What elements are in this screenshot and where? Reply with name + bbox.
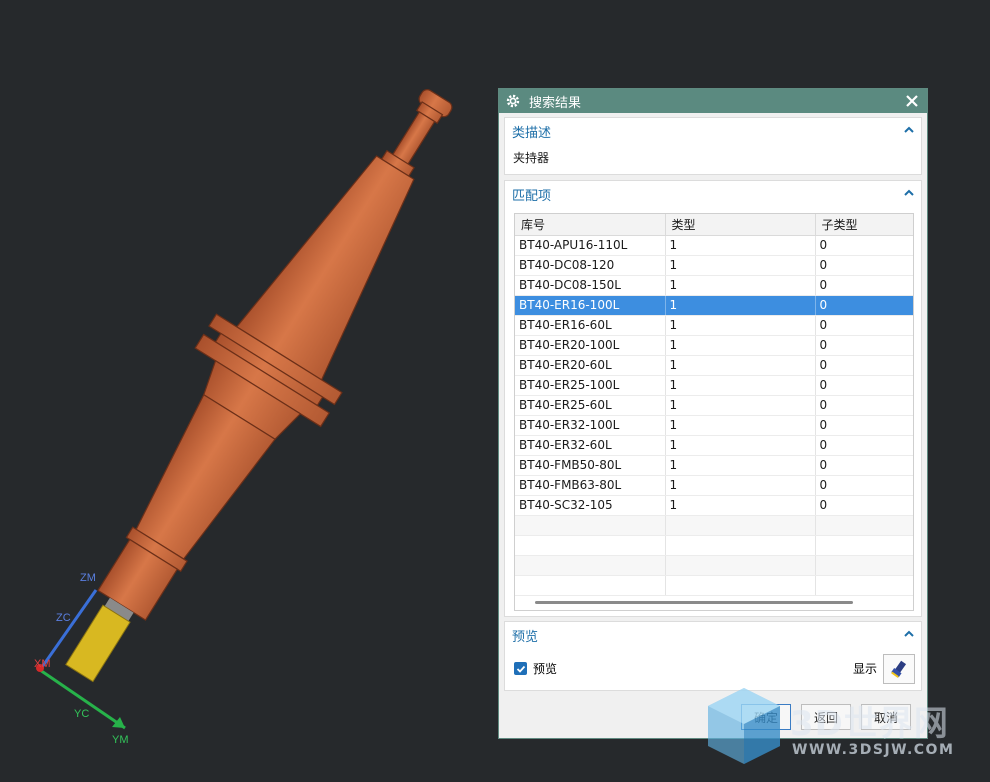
preview-checkbox-row[interactable]: 预览: [514, 660, 557, 677]
back-button[interactable]: 返回: [801, 704, 851, 730]
cell-type: 1: [665, 495, 816, 516]
cell-type: 1: [665, 415, 816, 436]
table-row[interactable]: BT40-DC08-150L 1 0: [515, 275, 913, 296]
table-row[interactable]: BT40-ER16-60L 1 0: [515, 315, 913, 336]
table-header-row: 库号 类型 子类型: [515, 214, 913, 236]
cell-library-id: BT40-ER25-100L: [515, 375, 666, 396]
empty-row: [515, 555, 913, 576]
cell-library-id: BT40-ER32-100L: [515, 415, 666, 436]
cell-subtype: 0: [815, 275, 913, 296]
table-row[interactable]: BT40-ER16-100L 1 0: [515, 295, 913, 316]
cell-library-id: BT40-ER20-100L: [515, 335, 666, 356]
cell-type: 1: [665, 335, 816, 356]
cell-library-id: BT40-FMB63-80L: [515, 475, 666, 496]
cell-subtype: 0: [815, 495, 913, 516]
chevron-up-icon[interactable]: [903, 187, 915, 199]
class-description-header[interactable]: 类描述: [505, 118, 921, 144]
cell-subtype: 0: [815, 375, 913, 396]
show-label: 显示: [852, 662, 877, 676]
cell-subtype: 0: [815, 295, 913, 316]
column-header-type[interactable]: 类型: [665, 214, 816, 236]
table-row[interactable]: BT40-ER20-100L 1 0: [515, 335, 913, 356]
cell-type: 1: [665, 275, 816, 296]
class-description-value: 夹持器: [513, 151, 550, 165]
cell-subtype: 0: [815, 335, 913, 356]
table-row[interactable]: BT40-FMB63-80L 1 0: [515, 475, 913, 496]
axis-label-xm: XM: [34, 658, 51, 670]
cell-library-id: BT40-ER16-60L: [515, 315, 666, 336]
axis-label-zc: ZC: [56, 612, 71, 624]
table-row[interactable]: BT40-DC08-120 1 0: [515, 255, 913, 276]
cell-type: 1: [665, 475, 816, 496]
empty-row: [515, 575, 913, 596]
cell-type: 1: [665, 295, 816, 316]
cell-type: 1: [665, 375, 816, 396]
dialog-titlebar[interactable]: 搜索结果: [499, 89, 927, 113]
table-row[interactable]: BT40-ER32-100L 1 0: [515, 415, 913, 436]
cell-library-id: BT40-ER32-60L: [515, 435, 666, 456]
column-header-library-id[interactable]: 库号: [515, 214, 666, 236]
cell-type: 1: [665, 355, 816, 376]
class-description-section: 类描述 夹持器: [504, 117, 922, 175]
axis-label-zm: ZM: [80, 572, 96, 584]
preview-checkbox-label: 预览: [533, 662, 558, 676]
flashlight-icon[interactable]: [883, 654, 915, 684]
close-icon[interactable]: [903, 92, 921, 110]
matches-title: 匹配项: [512, 188, 552, 204]
matches-section: 匹配项 库号 类型 子类型 BT40-APU16-110L 1 0 BT40-DC08…: [504, 180, 922, 617]
cell-subtype: 0: [815, 435, 913, 456]
table-row[interactable]: BT40-FMB50-80L 1 0: [515, 455, 913, 476]
preview-title: 预览: [512, 629, 539, 645]
table-row[interactable]: BT40-APU16-110L 1 0: [515, 235, 913, 256]
cell-type: 1: [665, 455, 816, 476]
table-row[interactable]: BT40-SC32-105 1 0: [515, 495, 913, 516]
empty-row: [515, 535, 913, 556]
column-header-subtype[interactable]: 子类型: [815, 214, 913, 236]
horizontal-scrollbar[interactable]: [535, 601, 853, 604]
cell-library-id: BT40-DC08-150L: [515, 275, 666, 296]
cell-type: 1: [665, 315, 816, 336]
cell-type: 1: [665, 255, 816, 276]
table-row[interactable]: BT40-ER32-60L 1 0: [515, 435, 913, 456]
cell-type: 1: [665, 435, 816, 456]
cell-subtype: 0: [815, 255, 913, 276]
search-results-dialog: 搜索结果 类描述 夹持器 匹配项 库号 类型 子类型 BT40-APU16-11…: [498, 88, 928, 739]
chevron-up-icon[interactable]: [903, 628, 915, 640]
preview-checkbox[interactable]: [514, 662, 527, 675]
gear-icon: [505, 93, 521, 109]
preview-section: 预览 预览 显示: [504, 621, 922, 691]
matches-table[interactable]: 库号 类型 子类型 BT40-APU16-110L 1 0 BT40-DC08-120…: [514, 213, 914, 611]
table-row[interactable]: BT40-ER25-60L 1 0: [515, 395, 913, 416]
cell-type: 1: [665, 235, 816, 256]
empty-row: [515, 515, 913, 536]
cell-subtype: 0: [815, 455, 913, 476]
cell-library-id: BT40-ER16-100L: [515, 295, 666, 316]
cell-library-id: BT40-ER20-60L: [515, 355, 666, 376]
dialog-title: 搜索结果: [529, 95, 582, 111]
cancel-button[interactable]: 取消: [861, 704, 911, 730]
cell-library-id: BT40-SC32-105: [515, 495, 666, 516]
cell-subtype: 0: [815, 395, 913, 416]
chevron-up-icon[interactable]: [903, 124, 915, 136]
class-description-title: 类描述: [512, 125, 552, 141]
table-row[interactable]: BT40-ER25-100L 1 0: [515, 375, 913, 396]
cell-subtype: 0: [815, 475, 913, 496]
matches-header[interactable]: 匹配项: [505, 181, 921, 207]
cell-subtype: 0: [815, 415, 913, 436]
cell-library-id: BT40-ER25-60L: [515, 395, 666, 416]
cell-subtype: 0: [815, 355, 913, 376]
ok-button[interactable]: 确定: [741, 704, 791, 730]
cell-subtype: 0: [815, 315, 913, 336]
cell-library-id: BT40-DC08-120: [515, 255, 666, 276]
cell-library-id: BT40-APU16-110L: [515, 235, 666, 256]
cell-type: 1: [665, 395, 816, 416]
axis-label-yc: YC: [74, 708, 90, 720]
cell-library-id: BT40-FMB50-80L: [515, 455, 666, 476]
axis-label-ym: YM: [112, 734, 129, 746]
cell-subtype: 0: [815, 235, 913, 256]
preview-header[interactable]: 预览: [505, 622, 921, 648]
table-row[interactable]: BT40-ER20-60L 1 0: [515, 355, 913, 376]
